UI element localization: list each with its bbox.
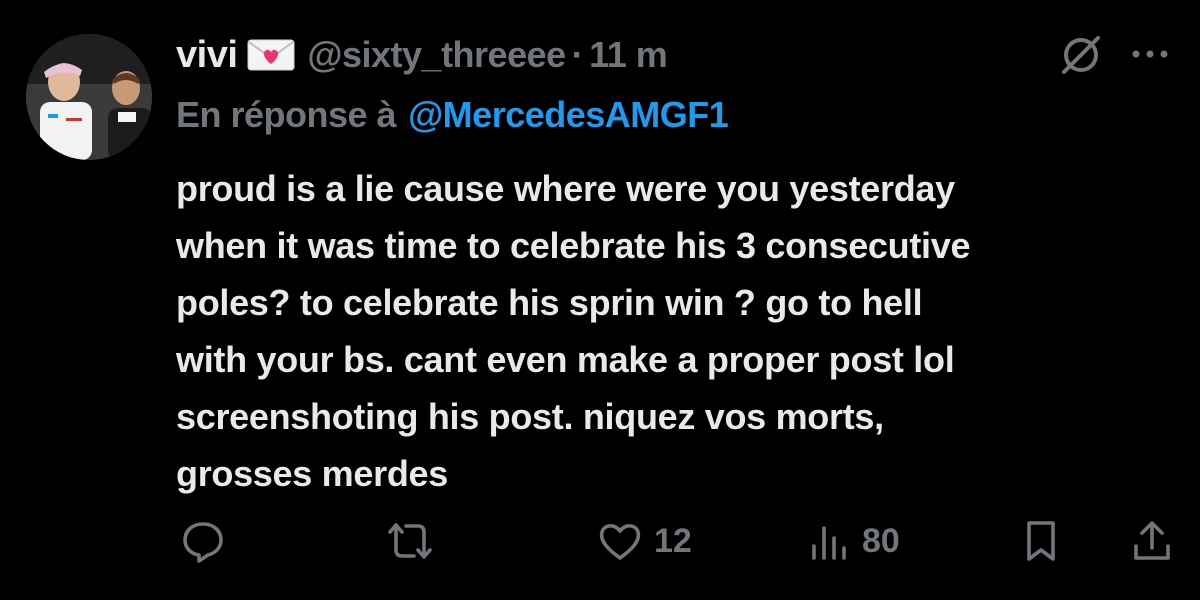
- separator-dot: ·: [571, 34, 584, 75]
- reply-prefix: En réponse à: [176, 94, 397, 135]
- more-icon[interactable]: [1128, 44, 1172, 64]
- reply-icon: [180, 518, 226, 564]
- avatar[interactable]: [26, 34, 152, 160]
- bookmark-icon: [1020, 518, 1062, 564]
- display-name[interactable]: vivi: [176, 34, 238, 77]
- share-icon: [1130, 518, 1174, 564]
- love-letter-icon: [247, 38, 295, 72]
- reply-button[interactable]: [180, 518, 236, 564]
- retweet-icon: [384, 518, 436, 564]
- views-button[interactable]: 80: [806, 518, 900, 564]
- timestamp[interactable]: 11 m: [589, 34, 668, 76]
- share-button[interactable]: [1130, 518, 1174, 564]
- like-count: 12: [654, 521, 692, 560]
- views-count: 80: [862, 521, 900, 560]
- tweet-header: vivi @sixty_threeee · 11 m: [176, 28, 668, 82]
- heart-icon: [596, 518, 644, 564]
- retweet-button[interactable]: [384, 518, 446, 564]
- reply-context: En réponse à @MercedesAMGF1: [176, 92, 729, 138]
- tweet-text: proud is a lie cause where were you yest…: [176, 168, 971, 494]
- bookmark-button[interactable]: [1020, 518, 1062, 564]
- reply-target-link[interactable]: @MercedesAMGF1: [408, 94, 729, 136]
- user-handle[interactable]: @sixty_threeee: [307, 34, 566, 76]
- like-button[interactable]: 12: [596, 518, 692, 564]
- grok-icon[interactable]: [1056, 30, 1106, 80]
- views-icon: [806, 518, 852, 564]
